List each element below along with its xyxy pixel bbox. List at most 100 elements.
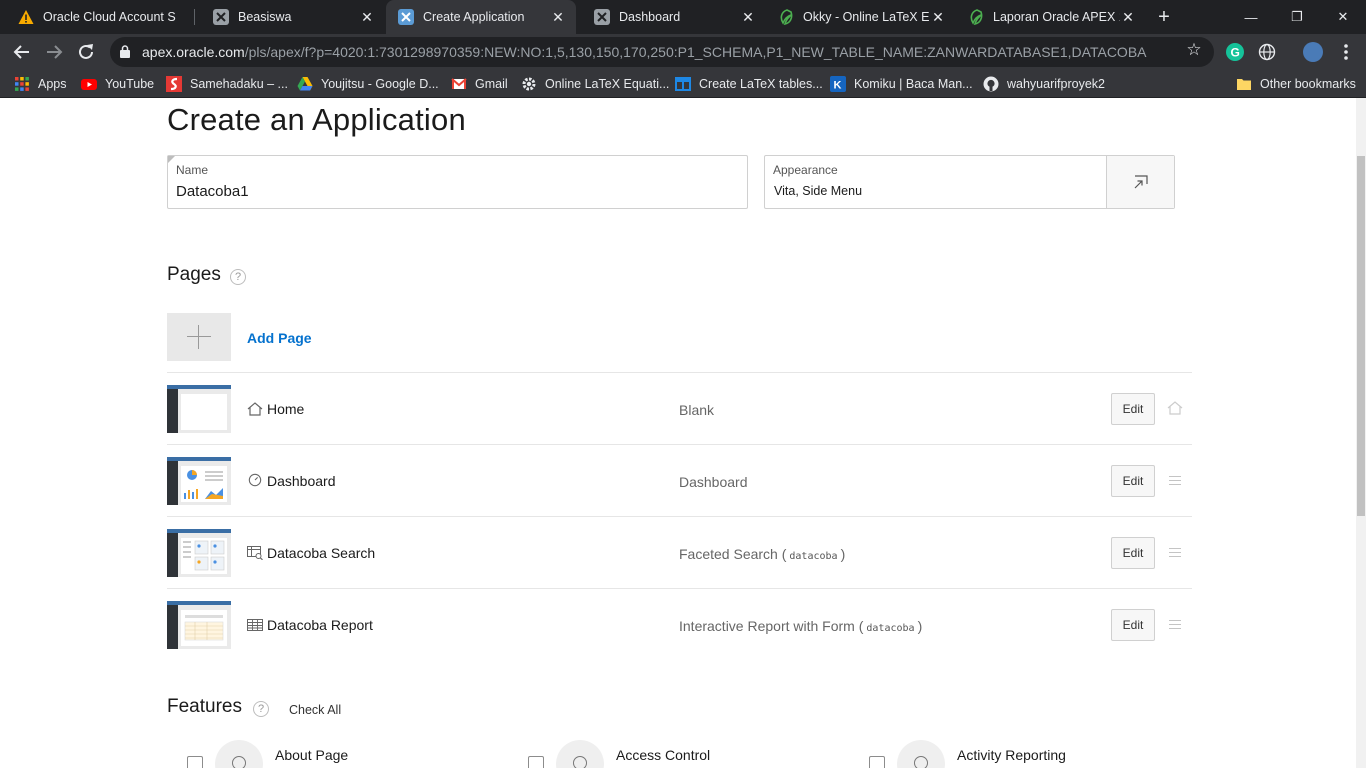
browser-tab[interactable]: Beasiswa ✕	[195, 0, 385, 34]
feature-name: About Page	[275, 747, 349, 763]
browser-tab[interactable]: Laporan Oracle APEX 1 ✕	[956, 0, 1146, 34]
bookmark-komiku[interactable]: K Komiku | Baca Man...	[830, 70, 973, 98]
page-name: Datacoba Report	[267, 617, 373, 633]
home-icon	[247, 402, 263, 416]
page-title: Create an Application	[167, 102, 466, 137]
restore-button[interactable]: ❐	[1274, 0, 1320, 34]
drag-handle-icon[interactable]	[1169, 620, 1181, 629]
page-thumbnail	[167, 601, 231, 649]
home-page-marker-icon	[1167, 401, 1183, 415]
overleaf-icon	[970, 9, 983, 25]
close-icon[interactable]: ✕	[930, 9, 946, 25]
page-name: Datacoba Search	[267, 545, 376, 561]
overleaf-icon	[780, 9, 793, 25]
back-arrow-icon[interactable]	[9, 39, 35, 65]
gmail-icon	[451, 78, 467, 89]
bookmark-label: Gmail	[475, 77, 508, 91]
source-table: datacoba	[866, 623, 915, 634]
edit-button[interactable]: Edit	[1111, 465, 1155, 497]
window-close-button[interactable]: ✕	[1320, 0, 1366, 34]
lock-icon	[120, 45, 130, 58]
drag-handle-icon[interactable]	[1169, 476, 1181, 485]
key-icon	[573, 756, 587, 768]
table-icon	[675, 77, 691, 91]
menu-dots-icon[interactable]	[1333, 39, 1359, 65]
features-help-icon[interactable]: ?	[253, 701, 269, 717]
bookmark-other[interactable]: Other bookmarks	[1236, 70, 1356, 98]
feature-access-control: Access Control	[528, 740, 828, 768]
tab-title: Laporan Oracle APEX 1	[993, 10, 1120, 24]
bookmark-google-drive[interactable]: Youjitsu - Google D...	[297, 70, 439, 98]
github-icon	[983, 76, 999, 92]
close-icon[interactable]: ✕	[359, 9, 375, 25]
forward-arrow-icon[interactable]	[41, 39, 67, 65]
question-circle-icon	[232, 756, 246, 768]
feature-checkbox[interactable]	[869, 756, 885, 768]
edit-button[interactable]: Edit	[1111, 609, 1155, 641]
bookmark-youtube[interactable]: YouTube	[81, 70, 154, 98]
bookmark-github[interactable]: wahyuarifproyek2	[983, 70, 1105, 98]
grammarly-icon[interactable]: G	[1226, 43, 1244, 61]
check-all-link[interactable]: Check All	[289, 703, 341, 717]
url-host: apex.oracle.com	[142, 44, 245, 60]
feature-name: Activity Reporting	[957, 747, 1066, 763]
add-page-tile[interactable]	[167, 313, 231, 361]
komiku-icon: K	[830, 76, 846, 92]
browser-tab-bar: Oracle Cloud Account S Beasiswa ✕ Create…	[0, 0, 1366, 34]
feature-checkbox[interactable]	[528, 756, 544, 768]
browser-tab[interactable]: Oracle Cloud Account S	[0, 0, 195, 34]
samehadaku-icon	[166, 76, 182, 92]
open-dialog-icon	[1134, 175, 1148, 189]
new-tab-button[interactable]: +	[1153, 6, 1175, 28]
browser-tab-active[interactable]: Create Application ✕	[386, 0, 576, 34]
required-indicator	[168, 156, 175, 163]
apex-icon	[213, 9, 229, 25]
browser-tab[interactable]: Dashboard ✕	[576, 0, 766, 34]
feature-checkbox[interactable]	[187, 756, 203, 768]
page-type: Dashboard	[679, 474, 748, 490]
page-thumbnail	[167, 457, 231, 505]
minimize-button[interactable]: —	[1228, 0, 1274, 34]
globe-icon[interactable]	[1258, 43, 1276, 61]
bookmark-latex-tables[interactable]: Create LaTeX tables...	[675, 70, 823, 98]
edit-button[interactable]: Edit	[1111, 537, 1155, 569]
page-row: Dashboard Dashboard Edit	[167, 444, 1192, 516]
page-thumbnail	[167, 385, 231, 433]
pages-help-icon[interactable]: ?	[230, 269, 246, 285]
drag-handle-icon[interactable]	[1169, 548, 1181, 557]
pages-heading: Pages	[167, 264, 221, 285]
warning-icon	[18, 10, 34, 24]
bookmark-label: Samehadaku – ...	[190, 77, 288, 91]
bookmark-gmail[interactable]: Gmail	[451, 70, 508, 98]
apps-grid-icon	[15, 77, 29, 91]
tab-title: Dashboard	[619, 10, 681, 24]
set-appearance-button[interactable]	[1106, 156, 1174, 208]
appearance-field: Appearance Vita, Side Menu	[764, 155, 1175, 209]
bookmark-latex-equation[interactable]: Online LaTeX Equati...	[521, 70, 669, 98]
close-icon[interactable]: ✕	[1120, 9, 1136, 25]
browser-tab[interactable]: Okky - Online LaTeX Ed ✕	[766, 0, 956, 34]
bookmark-label: Komiku | Baca Man...	[854, 77, 973, 91]
profile-avatar[interactable]	[1303, 42, 1323, 62]
reload-icon[interactable]	[73, 39, 99, 65]
bookmark-star-icon[interactable]: ☆	[1184, 40, 1204, 60]
bookmark-label: Online LaTeX Equati...	[545, 77, 670, 91]
bookmark-label: wahyuarifproyek2	[1007, 77, 1105, 91]
name-field[interactable]: Name Datacoba1	[167, 155, 748, 209]
name-input[interactable]: Datacoba1	[176, 183, 249, 200]
bookmark-label: Youjitsu - Google D...	[321, 77, 439, 91]
address-bar[interactable]: apex.oracle.com/pls/apex/f?p=4020:1:7301…	[110, 37, 1214, 67]
page-content: Create an Application Name Datacoba1 App…	[0, 98, 1356, 768]
bookmark-samehadaku[interactable]: Samehadaku – ...	[166, 70, 288, 98]
user-activity-icon	[914, 756, 928, 768]
bookmark-label: Create LaTeX tables...	[699, 77, 823, 91]
youtube-icon	[81, 79, 97, 90]
appearance-label: Appearance	[773, 163, 838, 177]
page-scrollbar[interactable]	[1356, 98, 1366, 768]
close-icon[interactable]: ✕	[740, 9, 756, 25]
scrollbar-thumb[interactable]	[1357, 156, 1365, 516]
add-page-button[interactable]: Add Page	[247, 330, 312, 346]
bookmark-apps[interactable]: Apps	[14, 70, 67, 98]
edit-button[interactable]: Edit	[1111, 393, 1155, 425]
close-icon[interactable]: ✕	[550, 9, 566, 25]
